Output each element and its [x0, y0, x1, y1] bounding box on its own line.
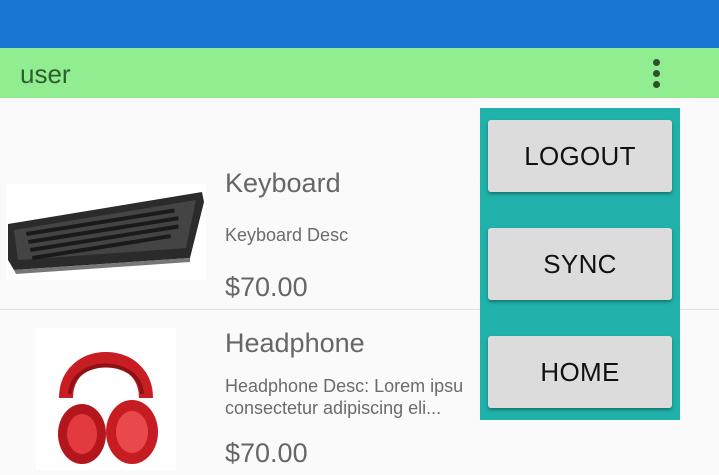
keyboard-image [6, 184, 206, 280]
product-price: $70.00 [225, 272, 308, 302]
sync-button[interactable]: SYNC [488, 228, 672, 300]
more-vertical-icon[interactable] [640, 54, 672, 92]
home-button[interactable]: HOME [488, 336, 672, 408]
headphone-image [36, 328, 176, 470]
status-bar [0, 0, 719, 48]
overflow-menu: LOGOUT SYNC HOME [480, 108, 680, 420]
product-price: $70.00 [225, 438, 308, 468]
app-title: user [20, 59, 71, 89]
app-bar: user [0, 48, 719, 98]
logout-button[interactable]: LOGOUT [488, 120, 672, 192]
product-name: Headphone [225, 328, 365, 358]
product-description: Keyboard Desc [225, 225, 349, 245]
product-description: Headphone Desc: Lorem ipsu consectetur a… [225, 376, 464, 418]
product-name: Keyboard [225, 168, 341, 198]
